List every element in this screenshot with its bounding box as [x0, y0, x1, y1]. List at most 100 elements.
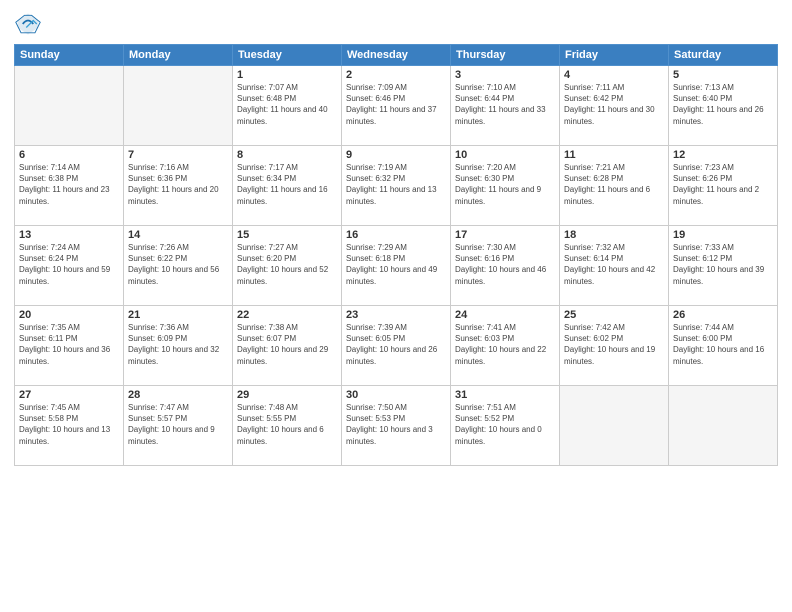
day-info: Sunrise: 7:26 AM Sunset: 6:22 PM Dayligh… [128, 242, 228, 287]
calendar-cell: 7Sunrise: 7:16 AM Sunset: 6:36 PM Daylig… [124, 146, 233, 226]
calendar-cell: 19Sunrise: 7:33 AM Sunset: 6:12 PM Dayli… [669, 226, 778, 306]
day-number: 10 [455, 149, 555, 161]
day-info: Sunrise: 7:09 AM Sunset: 6:46 PM Dayligh… [346, 82, 446, 127]
weekday-header-row: SundayMondayTuesdayWednesdayThursdayFrid… [15, 45, 778, 66]
day-info: Sunrise: 7:29 AM Sunset: 6:18 PM Dayligh… [346, 242, 446, 287]
day-number: 11 [564, 149, 664, 161]
calendar-cell: 15Sunrise: 7:27 AM Sunset: 6:20 PM Dayli… [233, 226, 342, 306]
day-info: Sunrise: 7:47 AM Sunset: 5:57 PM Dayligh… [128, 402, 228, 447]
day-number: 8 [237, 149, 337, 161]
calendar-cell [560, 386, 669, 466]
calendar-cell: 14Sunrise: 7:26 AM Sunset: 6:22 PM Dayli… [124, 226, 233, 306]
calendar-table: SundayMondayTuesdayWednesdayThursdayFrid… [14, 44, 778, 466]
day-number: 16 [346, 229, 446, 241]
calendar-cell: 28Sunrise: 7:47 AM Sunset: 5:57 PM Dayli… [124, 386, 233, 466]
day-info: Sunrise: 7:32 AM Sunset: 6:14 PM Dayligh… [564, 242, 664, 287]
day-info: Sunrise: 7:19 AM Sunset: 6:32 PM Dayligh… [346, 162, 446, 207]
calendar-cell [669, 386, 778, 466]
calendar-cell: 21Sunrise: 7:36 AM Sunset: 6:09 PM Dayli… [124, 306, 233, 386]
day-number: 28 [128, 389, 228, 401]
weekday-header-friday: Friday [560, 45, 669, 66]
calendar-cell: 24Sunrise: 7:41 AM Sunset: 6:03 PM Dayli… [451, 306, 560, 386]
logo [14, 10, 44, 38]
day-number: 25 [564, 309, 664, 321]
day-number: 4 [564, 69, 664, 81]
calendar-cell: 20Sunrise: 7:35 AM Sunset: 6:11 PM Dayli… [15, 306, 124, 386]
day-number: 24 [455, 309, 555, 321]
day-number: 26 [673, 309, 773, 321]
calendar-cell [15, 66, 124, 146]
week-row-4: 20Sunrise: 7:35 AM Sunset: 6:11 PM Dayli… [15, 306, 778, 386]
day-info: Sunrise: 7:42 AM Sunset: 6:02 PM Dayligh… [564, 322, 664, 367]
calendar-cell: 23Sunrise: 7:39 AM Sunset: 6:05 PM Dayli… [342, 306, 451, 386]
weekday-header-sunday: Sunday [15, 45, 124, 66]
day-number: 20 [19, 309, 119, 321]
day-info: Sunrise: 7:13 AM Sunset: 6:40 PM Dayligh… [673, 82, 773, 127]
day-info: Sunrise: 7:39 AM Sunset: 6:05 PM Dayligh… [346, 322, 446, 367]
week-row-3: 13Sunrise: 7:24 AM Sunset: 6:24 PM Dayli… [15, 226, 778, 306]
calendar-cell: 5Sunrise: 7:13 AM Sunset: 6:40 PM Daylig… [669, 66, 778, 146]
day-number: 2 [346, 69, 446, 81]
calendar-cell: 22Sunrise: 7:38 AM Sunset: 6:07 PM Dayli… [233, 306, 342, 386]
calendar-cell: 12Sunrise: 7:23 AM Sunset: 6:26 PM Dayli… [669, 146, 778, 226]
day-number: 3 [455, 69, 555, 81]
day-number: 27 [19, 389, 119, 401]
day-number: 21 [128, 309, 228, 321]
day-info: Sunrise: 7:41 AM Sunset: 6:03 PM Dayligh… [455, 322, 555, 367]
calendar-cell: 3Sunrise: 7:10 AM Sunset: 6:44 PM Daylig… [451, 66, 560, 146]
day-info: Sunrise: 7:35 AM Sunset: 6:11 PM Dayligh… [19, 322, 119, 367]
day-info: Sunrise: 7:14 AM Sunset: 6:38 PM Dayligh… [19, 162, 119, 207]
calendar-cell: 13Sunrise: 7:24 AM Sunset: 6:24 PM Dayli… [15, 226, 124, 306]
week-row-1: 1Sunrise: 7:07 AM Sunset: 6:48 PM Daylig… [15, 66, 778, 146]
day-number: 19 [673, 229, 773, 241]
day-info: Sunrise: 7:44 AM Sunset: 6:00 PM Dayligh… [673, 322, 773, 367]
day-info: Sunrise: 7:17 AM Sunset: 6:34 PM Dayligh… [237, 162, 337, 207]
calendar-cell: 10Sunrise: 7:20 AM Sunset: 6:30 PM Dayli… [451, 146, 560, 226]
calendar-cell: 18Sunrise: 7:32 AM Sunset: 6:14 PM Dayli… [560, 226, 669, 306]
day-number: 23 [346, 309, 446, 321]
calendar-cell: 1Sunrise: 7:07 AM Sunset: 6:48 PM Daylig… [233, 66, 342, 146]
weekday-header-saturday: Saturday [669, 45, 778, 66]
day-number: 22 [237, 309, 337, 321]
day-info: Sunrise: 7:27 AM Sunset: 6:20 PM Dayligh… [237, 242, 337, 287]
week-row-5: 27Sunrise: 7:45 AM Sunset: 5:58 PM Dayli… [15, 386, 778, 466]
day-info: Sunrise: 7:20 AM Sunset: 6:30 PM Dayligh… [455, 162, 555, 207]
calendar-cell: 31Sunrise: 7:51 AM Sunset: 5:52 PM Dayli… [451, 386, 560, 466]
calendar-cell: 30Sunrise: 7:50 AM Sunset: 5:53 PM Dayli… [342, 386, 451, 466]
day-info: Sunrise: 7:33 AM Sunset: 6:12 PM Dayligh… [673, 242, 773, 287]
calendar-cell: 2Sunrise: 7:09 AM Sunset: 6:46 PM Daylig… [342, 66, 451, 146]
day-number: 31 [455, 389, 555, 401]
day-info: Sunrise: 7:10 AM Sunset: 6:44 PM Dayligh… [455, 82, 555, 127]
day-info: Sunrise: 7:45 AM Sunset: 5:58 PM Dayligh… [19, 402, 119, 447]
day-info: Sunrise: 7:11 AM Sunset: 6:42 PM Dayligh… [564, 82, 664, 127]
day-info: Sunrise: 7:30 AM Sunset: 6:16 PM Dayligh… [455, 242, 555, 287]
day-number: 30 [346, 389, 446, 401]
day-number: 17 [455, 229, 555, 241]
weekday-header-thursday: Thursday [451, 45, 560, 66]
day-info: Sunrise: 7:07 AM Sunset: 6:48 PM Dayligh… [237, 82, 337, 127]
day-info: Sunrise: 7:23 AM Sunset: 6:26 PM Dayligh… [673, 162, 773, 207]
day-info: Sunrise: 7:21 AM Sunset: 6:28 PM Dayligh… [564, 162, 664, 207]
logo-icon [14, 10, 42, 38]
calendar-cell: 29Sunrise: 7:48 AM Sunset: 5:55 PM Dayli… [233, 386, 342, 466]
weekday-header-wednesday: Wednesday [342, 45, 451, 66]
day-number: 5 [673, 69, 773, 81]
calendar-cell: 25Sunrise: 7:42 AM Sunset: 6:02 PM Dayli… [560, 306, 669, 386]
day-number: 29 [237, 389, 337, 401]
calendar-cell: 26Sunrise: 7:44 AM Sunset: 6:00 PM Dayli… [669, 306, 778, 386]
day-info: Sunrise: 7:38 AM Sunset: 6:07 PM Dayligh… [237, 322, 337, 367]
day-number: 18 [564, 229, 664, 241]
calendar-cell: 27Sunrise: 7:45 AM Sunset: 5:58 PM Dayli… [15, 386, 124, 466]
day-number: 13 [19, 229, 119, 241]
calendar-cell: 6Sunrise: 7:14 AM Sunset: 6:38 PM Daylig… [15, 146, 124, 226]
day-number: 6 [19, 149, 119, 161]
day-number: 12 [673, 149, 773, 161]
day-number: 7 [128, 149, 228, 161]
day-info: Sunrise: 7:24 AM Sunset: 6:24 PM Dayligh… [19, 242, 119, 287]
calendar-cell: 11Sunrise: 7:21 AM Sunset: 6:28 PM Dayli… [560, 146, 669, 226]
day-number: 1 [237, 69, 337, 81]
header [14, 10, 778, 38]
calendar-cell: 4Sunrise: 7:11 AM Sunset: 6:42 PM Daylig… [560, 66, 669, 146]
day-number: 9 [346, 149, 446, 161]
weekday-header-tuesday: Tuesday [233, 45, 342, 66]
